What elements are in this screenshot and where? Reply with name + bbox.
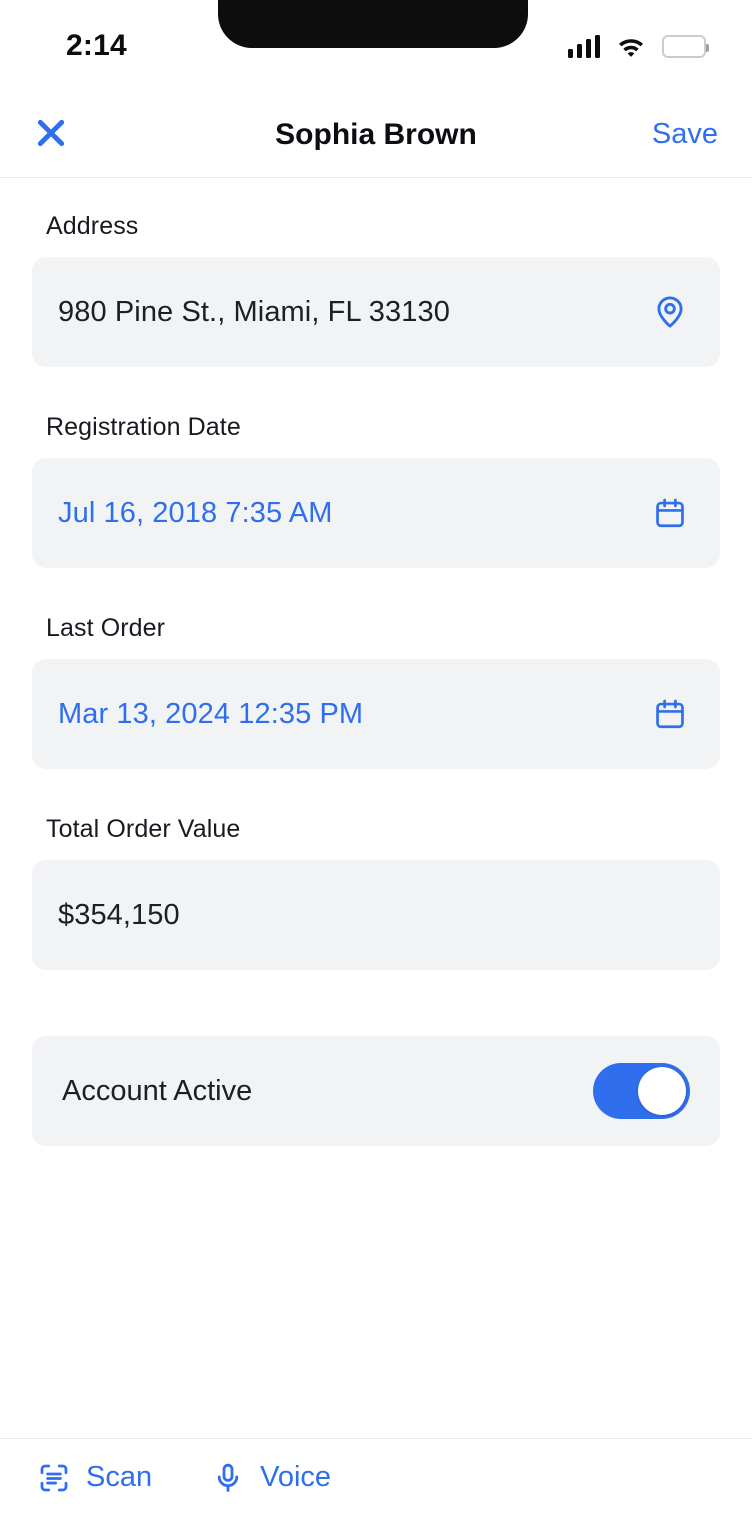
toggle-knob — [638, 1067, 686, 1115]
field-registration-date: Registration Date Jul 16, 2018 7:35 AM — [32, 413, 720, 568]
field-label-registration-date: Registration Date — [46, 413, 241, 441]
map-pin-icon[interactable] — [648, 290, 692, 334]
navigation-bar: Sophia Brown Save — [0, 92, 752, 178]
scan-button-label: Scan — [86, 1461, 153, 1493]
field-value-last-order: Mar 13, 2024 12:35 PM — [58, 697, 364, 730]
calendar-icon[interactable] — [648, 491, 692, 535]
field-last-order: Last Order Mar 13, 2024 12:35 PM — [32, 614, 720, 769]
field-input-registration-date[interactable]: Jul 16, 2018 7:35 AM — [32, 458, 720, 568]
microphone-icon — [210, 1460, 246, 1496]
voice-button-label: Voice — [260, 1461, 332, 1493]
save-button[interactable]: Save — [648, 112, 722, 157]
row-account-active[interactable]: Account Active — [32, 1036, 720, 1146]
field-value-address: 980 Pine St., Miami, FL 33130 — [58, 295, 450, 328]
calendar-icon[interactable] — [648, 692, 692, 736]
scan-button[interactable]: Scan — [34, 1456, 154, 1500]
form-content: Address 980 Pine St., Miami, FL 33130 Re… — [0, 178, 752, 1438]
page-title: Sophia Brown — [275, 117, 477, 151]
voice-button[interactable]: Voice — [208, 1456, 333, 1500]
field-label-address: Address — [46, 212, 139, 240]
field-input-address[interactable]: 980 Pine St., Miami, FL 33130 — [32, 257, 720, 367]
close-button[interactable] — [28, 112, 74, 158]
field-label-total-order-value: Total Order Value — [46, 815, 241, 843]
status-bar-clock: 2:14 — [66, 29, 127, 62]
status-bar: 2:14 — [0, 0, 752, 92]
phone-screen: 2:14 Sophia Brown Save Address 980 Pine … — [0, 0, 752, 1516]
toggle-account-active[interactable] — [593, 1063, 690, 1119]
field-total-order-value: Total Order Value $354,150 — [32, 815, 720, 970]
cellular-signal-icon — [567, 34, 600, 58]
close-icon — [35, 117, 67, 152]
bottom-toolbar: Scan Voice — [0, 1438, 752, 1516]
document-scan-icon — [36, 1460, 72, 1496]
field-input-last-order[interactable]: Mar 13, 2024 12:35 PM — [32, 659, 720, 769]
field-value-total-order-value: $354,150 — [58, 898, 180, 931]
battery-full-icon — [662, 34, 709, 58]
field-value-registration-date: Jul 16, 2018 7:35 AM — [58, 496, 333, 529]
field-input-total-order-value[interactable]: $354,150 — [32, 860, 720, 970]
toggle-label-account-active: Account Active — [62, 1074, 253, 1107]
status-bar-icons — [567, 34, 709, 58]
wifi-icon — [616, 35, 646, 58]
device-notch — [218, 0, 528, 48]
field-label-last-order: Last Order — [46, 614, 166, 642]
field-address: Address 980 Pine St., Miami, FL 33130 — [32, 212, 720, 367]
